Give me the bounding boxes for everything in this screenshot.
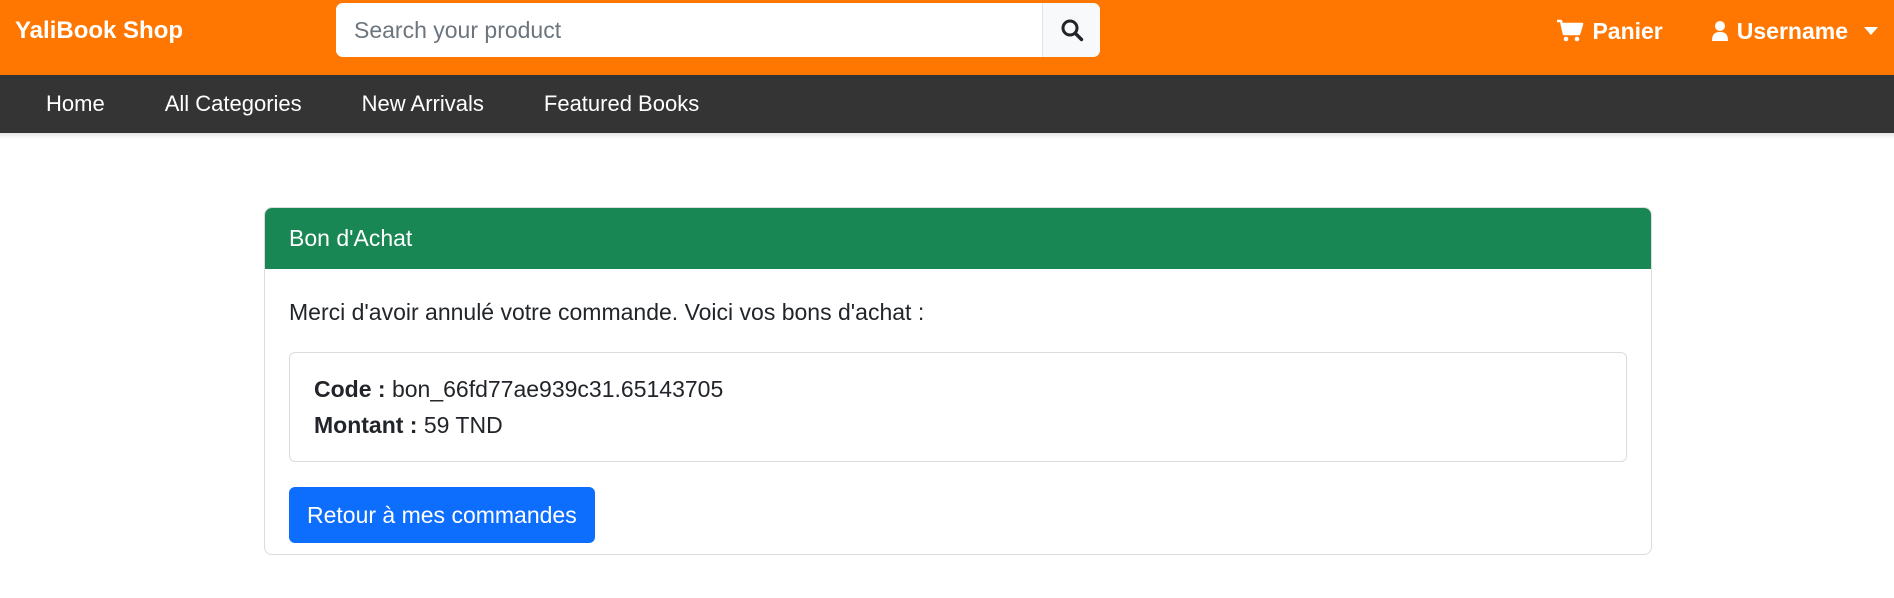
header-right-nav: Panier Username <box>1556 0 1878 62</box>
search-icon <box>1061 19 1083 42</box>
nav-home[interactable]: Home <box>46 91 105 117</box>
card-title: Bon d'Achat <box>265 208 1651 269</box>
search-button[interactable] <box>1042 3 1100 57</box>
amount-label: Montant : <box>314 412 418 438</box>
card-body: Merci d'avoir annulé votre commande. Voi… <box>265 269 1651 543</box>
voucher-amount-row: Montant : 59 TND <box>314 407 1602 443</box>
nav-shadow <box>0 133 1894 139</box>
search-bar <box>336 3 1100 57</box>
nav-all-categories[interactable]: All Categories <box>165 91 302 117</box>
intro-text: Merci d'avoir annulé votre commande. Voi… <box>289 299 925 325</box>
nav-new-arrivals[interactable]: New Arrivals <box>362 91 484 117</box>
cart-icon <box>1557 19 1584 42</box>
user-icon <box>1711 21 1728 41</box>
search-input[interactable] <box>336 3 1042 57</box>
voucher-card: Bon d'Achat Merci d'avoir annulé votre c… <box>264 207 1652 555</box>
user-label: Username <box>1736 17 1848 44</box>
cart-label: Panier <box>1592 17 1663 44</box>
voucher-box: Code : bon_66fd77ae939c31.65143705 Monta… <box>289 352 1627 462</box>
top-navbar: YaliBook Shop Panier Username <box>0 0 1894 75</box>
brand-logo[interactable]: YaliBook Shop <box>15 0 183 62</box>
nav-featured-books[interactable]: Featured Books <box>544 91 699 117</box>
back-to-orders-button[interactable]: Retour à mes commandes <box>289 487 595 543</box>
caret-down-icon <box>1864 27 1878 35</box>
code-value: bon_66fd77ae939c31.65143705 <box>391 376 724 402</box>
cart-link[interactable]: Panier <box>1556 17 1663 45</box>
category-nav: Home All Categories New Arrivals Feature… <box>0 75 1894 133</box>
user-menu[interactable]: Username <box>1711 18 1878 45</box>
amount-value: 59 TND <box>423 412 503 438</box>
voucher-code-row: Code : bon_66fd77ae939c31.65143705 <box>314 371 1602 407</box>
code-label: Code : <box>314 376 386 402</box>
